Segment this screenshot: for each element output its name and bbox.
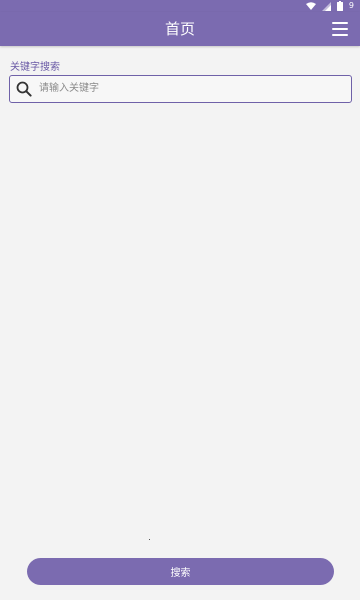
search-icon xyxy=(16,81,32,97)
search-box[interactable] xyxy=(9,75,352,103)
app-bar: 首页 xyxy=(0,12,360,46)
status-time: 9 xyxy=(348,1,354,10)
search-button[interactable]: 搜索 xyxy=(27,558,334,585)
menu-button[interactable] xyxy=(332,21,348,37)
hamburger-menu-icon-bar xyxy=(332,34,348,36)
status-icons: 9 xyxy=(305,0,354,12)
hamburger-menu-icon-bar xyxy=(332,28,348,30)
signal-icon xyxy=(321,1,331,11)
wifi-icon xyxy=(305,2,316,10)
hamburger-menu-icon xyxy=(332,22,348,24)
search-label: 关键字搜索 xyxy=(10,62,60,73)
battery-icon xyxy=(336,1,343,11)
divider-dot xyxy=(149,539,150,540)
search-input[interactable] xyxy=(39,76,339,101)
app-screen: 9 首页 关键字搜索 搜索 xyxy=(0,0,360,600)
page-title: 首页 xyxy=(164,20,195,38)
status-bar: 9 xyxy=(0,0,360,12)
